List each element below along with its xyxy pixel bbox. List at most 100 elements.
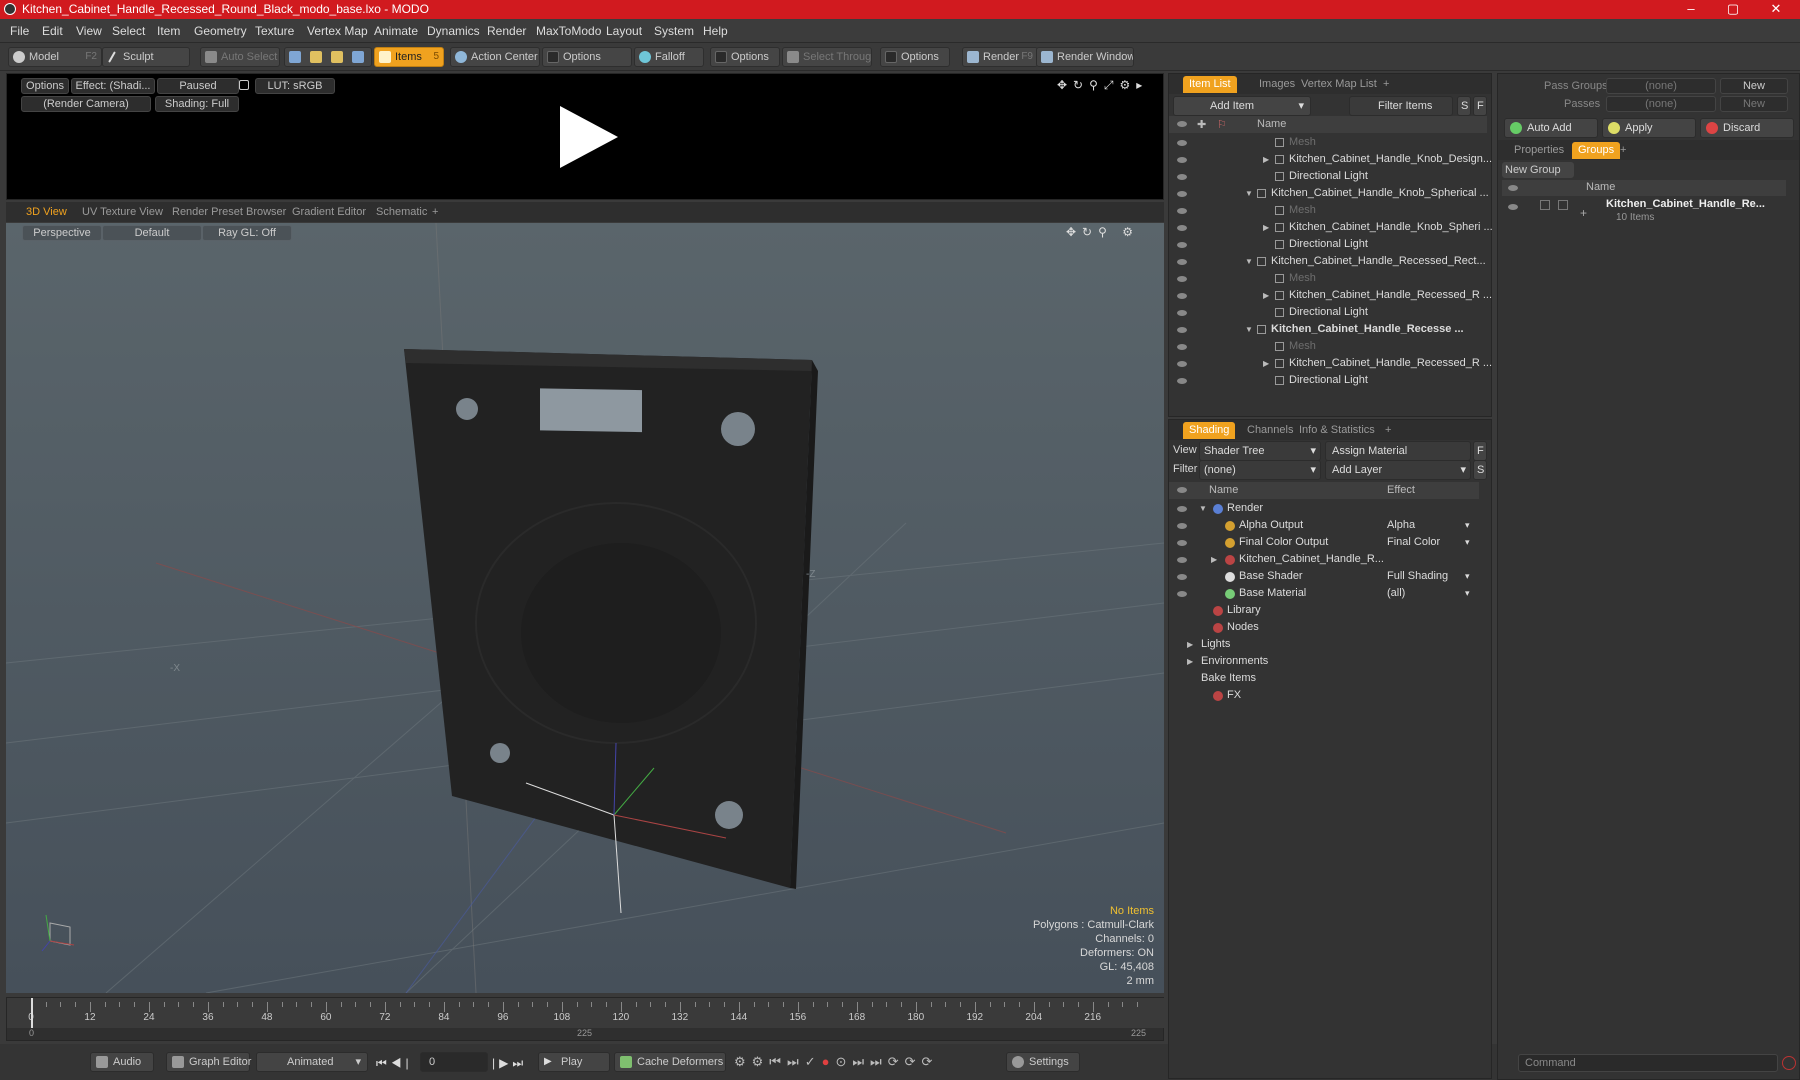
shading-dropdown[interactable]: Shading: Full (155, 96, 239, 112)
graph-editor-button[interactable]: Graph Editor (166, 1052, 251, 1072)
expand-icon[interactable]: + (1580, 206, 1587, 220)
tab-item-list[interactable]: Item List (1183, 76, 1237, 93)
lock-icon[interactable] (239, 80, 249, 90)
filter-toggle-f[interactable]: F (1473, 441, 1487, 461)
polygons-mode-icon[interactable] (331, 51, 343, 63)
tab-vertex-map-list[interactable]: Vertex Map List (1295, 76, 1383, 93)
edges-mode-icon[interactable] (310, 51, 322, 63)
item-list-row[interactable]: ▼ Kitchen_Cabinet_Handle_Knob_Spherical .… (1169, 185, 1489, 202)
item-list-row[interactable]: ▶ Kitchen_Cabinet_Handle_Knob_Design... (1169, 151, 1492, 168)
filter-dropdown[interactable]: (none) ▾ (1199, 460, 1321, 480)
animated-dropdown[interactable]: Animated ▾ (256, 1052, 368, 1072)
new-pass-group-button[interactable]: New (1720, 78, 1788, 94)
menu-texture[interactable]: Texture (255, 24, 294, 38)
shader-tree-row[interactable]: ▶ Lights (1169, 636, 1479, 653)
command-input[interactable]: Command (1518, 1054, 1778, 1072)
item-list-row[interactable]: Mesh (1169, 338, 1487, 355)
chevron-right-icon[interactable]: ▶ (1263, 151, 1269, 168)
playhead[interactable] (31, 998, 33, 1028)
menu-animate[interactable]: Animate (374, 24, 418, 38)
eye-icon[interactable] (1177, 540, 1187, 546)
eye-icon[interactable] (1177, 225, 1187, 231)
effect-dropdown[interactable]: Effect: (Shadi... (71, 78, 155, 94)
transport-next-icons[interactable]: |▶⏭ (492, 1056, 527, 1071)
chevron-right-icon[interactable]: ▶ (1187, 653, 1193, 670)
shader-effect[interactable]: Final Color (1387, 534, 1440, 551)
preview-nav-icons[interactable]: ✥↻⚲⤢⚙▸ (1057, 78, 1157, 92)
add-panel-tab-button[interactable]: + (1614, 142, 1632, 159)
eye-icon[interactable] (1177, 242, 1187, 248)
shader-tree-row[interactable]: ▶ Kitchen_Cabinet_Handle_R... (1169, 551, 1479, 568)
pass-groups-dropdown[interactable]: (none) (1606, 78, 1716, 94)
auto-select-button[interactable]: Auto Select (200, 47, 280, 67)
preview-options-button[interactable]: Options (21, 78, 69, 94)
filter-toggle-f[interactable]: F (1473, 96, 1487, 116)
model-mode-button[interactable]: Model F2 (8, 47, 102, 67)
menu-help[interactable]: Help (703, 24, 728, 38)
chevron-down-icon[interactable]: ▾ (1465, 517, 1470, 534)
passes-dropdown[interactable]: (none) (1606, 96, 1716, 112)
item-list-row[interactable]: Directional Light (1169, 168, 1487, 185)
action-center-button[interactable]: Action Center (450, 47, 540, 67)
shader-effect[interactable]: Alpha (1387, 517, 1415, 534)
menu-select[interactable]: Select (112, 24, 145, 38)
chevron-down-icon[interactable]: ▾ (1465, 585, 1470, 602)
eye-icon[interactable] (1177, 174, 1187, 180)
tab-channels[interactable]: Channels (1241, 422, 1299, 439)
shader-tree-row[interactable]: Final Color Output Final Color ▾ (1169, 534, 1479, 551)
menu-file[interactable]: File (10, 24, 29, 38)
chevron-right-icon[interactable]: ▶ (1211, 551, 1217, 568)
items-mode-button[interactable]: Items 5 (374, 47, 444, 67)
chevron-right-icon[interactable]: ▶ (1187, 636, 1193, 653)
add-panel-tab-button[interactable]: + (1377, 76, 1395, 93)
cache-deformers-button[interactable]: Cache Deformers (614, 1052, 726, 1072)
keyframe-tool-icons[interactable]: ⚙⚙⏮⏭✓●⊙⏭⏭⟳⟳⟳ (734, 1054, 938, 1070)
eye-icon[interactable] (1177, 310, 1187, 316)
item-list-row[interactable]: Mesh (1169, 134, 1487, 151)
eye-icon[interactable] (1177, 591, 1187, 597)
settings-button[interactable]: Settings (1006, 1052, 1080, 1072)
add-panel-tab-button[interactable]: + (1379, 422, 1397, 439)
eye-icon[interactable] (1177, 327, 1187, 333)
search-toggle-s[interactable]: S (1457, 96, 1471, 116)
item-list-row[interactable]: ▼ Kitchen_Cabinet_Handle_Recessed_Rect... (1169, 253, 1487, 270)
tab-shading[interactable]: Shading (1183, 422, 1236, 439)
paused-button[interactable]: Paused (157, 78, 239, 94)
chevron-right-icon[interactable]: ▶ (1263, 355, 1269, 372)
frame-input[interactable]: 0 (420, 1052, 488, 1072)
shader-tree-row[interactable]: Bake Items (1169, 670, 1479, 687)
eye-icon[interactable] (1177, 157, 1187, 163)
tab-properties[interactable]: Properties (1508, 142, 1570, 159)
falloff-options-button[interactable]: Options (710, 47, 780, 67)
tab-images[interactable]: Images (1253, 76, 1301, 93)
timeline-ruler[interactable]: 0122436486072849610812013214415616818019… (7, 998, 1165, 1028)
tab-gradient-editor[interactable]: Gradient Editor (286, 204, 372, 221)
tab-groups[interactable]: Groups (1572, 142, 1621, 159)
3d-viewport[interactable]: Perspective Default Ray GL: Off ✥↻⚲ ⚙ -X… (6, 223, 1164, 993)
search-toggle-s[interactable]: S (1473, 460, 1487, 480)
tab-schematic[interactable]: Schematic (370, 204, 433, 221)
menu-system[interactable]: System (654, 24, 694, 38)
shader-effect[interactable]: (all) (1387, 585, 1405, 602)
menu-dynamics[interactable]: Dynamics (427, 24, 480, 38)
item-list-row[interactable]: Directional Light (1169, 372, 1487, 389)
menu-render[interactable]: Render (487, 24, 526, 38)
shader-tree-row[interactable]: FX (1169, 687, 1479, 704)
menu-geometry[interactable]: Geometry (194, 24, 247, 38)
menu-maxtomodo[interactable]: MaxToModo (536, 24, 601, 38)
shader-tree-row[interactable]: Base Shader Full Shading ▾ (1169, 568, 1479, 585)
shader-tree-row[interactable]: Base Material (all) ▾ (1169, 585, 1479, 602)
add-item-dropdown[interactable]: Add Item ▾ (1173, 96, 1311, 116)
eye-icon[interactable] (1177, 361, 1187, 367)
select-through-button[interactable]: Select Through (782, 47, 872, 67)
tab-3d-view[interactable]: 3D View (20, 204, 73, 221)
timeline[interactable]: 0 12 24 36 48 60 72 84 96 108 120 132 144 156 168 180 19… (6, 997, 1165, 1041)
item-list-row[interactable]: ▶ Kitchen_Cabinet_Handle_Recessed_R ... (1169, 287, 1492, 304)
eye-icon[interactable] (1177, 378, 1187, 384)
chevron-down-icon[interactable]: ▾ (1465, 568, 1470, 585)
render-window-button[interactable]: Render Window (1036, 47, 1134, 67)
shader-tree-row[interactable]: Alpha Output Alpha ▾ (1169, 517, 1479, 534)
eye-icon[interactable] (1177, 208, 1187, 214)
eye-icon[interactable] (1508, 204, 1518, 210)
play-button[interactable]: ▶ Play (538, 1052, 610, 1072)
